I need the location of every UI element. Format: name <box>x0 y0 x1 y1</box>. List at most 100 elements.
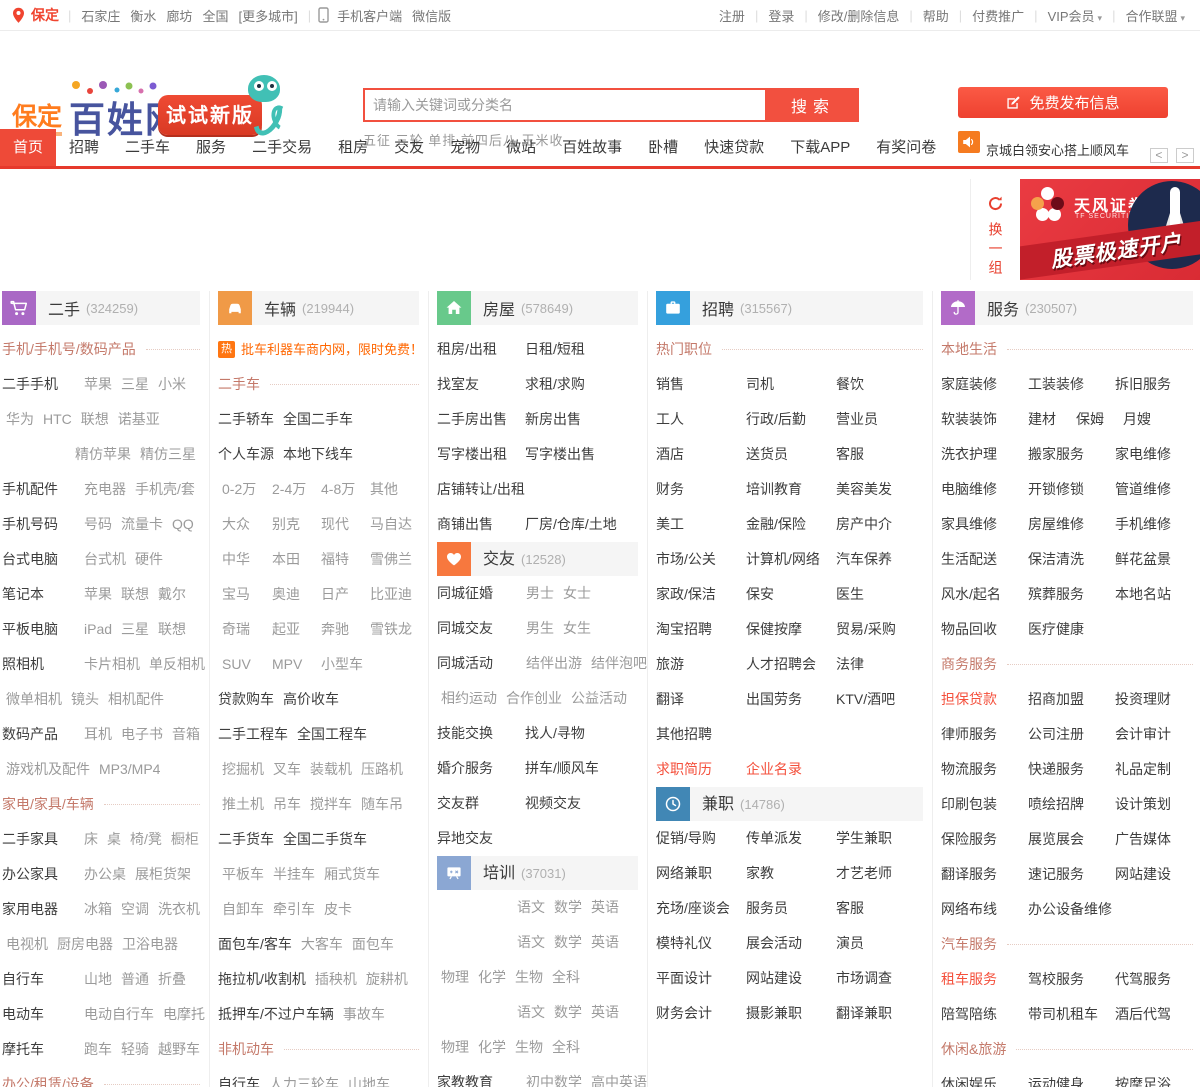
category-link[interactable]: 初中数学 <box>526 1065 582 1087</box>
category-link[interactable]: 女士 <box>563 576 591 611</box>
category-link[interactable]: 镜头 <box>71 682 99 717</box>
news-ticker-link[interactable]: 京城白领安心搭上顺风车 <box>986 140 1129 159</box>
category-link[interactable]: 家具维修 <box>941 507 1028 542</box>
category-link[interactable]: 家教 <box>746 856 836 891</box>
category-link[interactable]: 推土机 <box>222 787 264 822</box>
category-header-jobs[interactable]: 招聘 (315567) <box>656 291 923 325</box>
category-link[interactable]: 数学 <box>554 890 582 925</box>
search-button[interactable]: 搜索 <box>767 88 859 122</box>
category-link[interactable]: 充场/座谈会 <box>656 891 746 926</box>
category-link[interactable]: 华为 <box>6 402 34 437</box>
category-link[interactable]: 随车吊 <box>361 787 403 822</box>
category-label-link[interactable]: 同城活动 <box>437 646 517 681</box>
category-label-link[interactable]: 摩托车 <box>2 1032 75 1067</box>
category-link[interactable]: 洗衣机 <box>158 892 200 927</box>
category-link[interactable]: 传单派发 <box>746 821 836 856</box>
category-link[interactable]: 财务会计 <box>656 996 746 1031</box>
nav-item-招聘[interactable]: 招聘 <box>56 129 112 166</box>
category-link[interactable]: 挖掘机 <box>222 752 264 787</box>
category-link[interactable]: 美工 <box>656 507 746 542</box>
ticker-prev-button[interactable]: < <box>1149 148 1168 163</box>
nav-item-首页[interactable]: 首页 <box>0 129 57 166</box>
category-link[interactable]: 财务 <box>656 472 746 507</box>
category-link[interactable]: 本地下线车 <box>283 437 353 472</box>
category-link[interactable]: 模特礼仪 <box>656 926 746 961</box>
category-label-link[interactable]: 家教教育 <box>437 1065 517 1087</box>
category-link[interactable]: 办公设备维修 <box>1028 892 1115 927</box>
category-link[interactable]: 租房/出租 <box>437 332 525 367</box>
category-link[interactable]: 客服 <box>836 891 923 926</box>
category-link[interactable]: 网站建设 <box>1115 857 1193 892</box>
category-link[interactable]: 市场调查 <box>836 961 923 996</box>
category-link[interactable]: 本田 <box>272 542 321 577</box>
nav-item-快速贷款[interactable]: 快速贷款 <box>691 129 777 166</box>
category-link[interactable]: 展柜货架 <box>135 857 191 892</box>
category-link[interactable]: 风水/起名 <box>941 577 1028 612</box>
category-link[interactable]: 写字楼出租 <box>437 437 525 472</box>
topbar-link[interactable]: 注册 <box>719 6 745 25</box>
category-link[interactable]: 压路机 <box>361 752 403 787</box>
category-link[interactable]: 投资理财 <box>1115 682 1193 717</box>
category-link[interactable]: 奥迪 <box>272 577 321 612</box>
nav-item-下载APP[interactable]: 下载APP <box>777 129 863 166</box>
category-link[interactable]: 空调 <box>121 892 149 927</box>
category-link[interactable]: 生活配送 <box>941 542 1028 577</box>
category-link[interactable]: 4-8万 <box>321 472 370 507</box>
category-link[interactable]: 日产 <box>321 577 370 612</box>
category-link[interactable]: 自卸车 <box>222 892 264 927</box>
category-link[interactable]: 管道维修 <box>1115 472 1193 507</box>
ticker-next-button[interactable]: > <box>1176 148 1194 163</box>
topbar-link[interactable]: 付费推广 <box>972 6 1024 25</box>
category-label-link[interactable]: 家用电器 <box>2 892 75 927</box>
category-link[interactable]: 翻译服务 <box>941 857 1028 892</box>
category-link[interactable]: 房屋维修 <box>1028 507 1115 542</box>
nav-item-有奖问卷[interactable]: 有奖问卷 <box>863 129 949 166</box>
category-link[interactable]: 按摩足浴 <box>1115 1067 1193 1087</box>
category-label-link[interactable]: 手机号码 <box>2 507 75 542</box>
category-link[interactable]: 吊车 <box>273 787 301 822</box>
topbar-link[interactable]: VIP会员 ▾ <box>1048 6 1103 25</box>
category-link[interactable]: 技能交换 <box>437 716 525 751</box>
category-link[interactable]: 个人车源 <box>218 437 274 472</box>
category-header-vehicles[interactable]: 车辆 (219944) <box>218 291 419 325</box>
category-link[interactable]: 电脑维修 <box>941 472 1028 507</box>
category-link[interactable]: 数学 <box>554 995 582 1030</box>
category-link[interactable]: 全科 <box>552 960 580 995</box>
category-link[interactable]: 数学 <box>554 925 582 960</box>
subcategory-header-parttime[interactable]: 兼职 (14786) <box>656 787 923 821</box>
category-link[interactable]: 拼车/顺风车 <box>525 751 638 786</box>
category-link[interactable]: 美容美发 <box>836 472 923 507</box>
category-label-link[interactable]: 同城交友 <box>437 611 517 646</box>
city-link[interactable]: 廊坊 <box>166 9 192 24</box>
category-link[interactable]: 公益活动 <box>571 681 627 716</box>
category-link[interactable]: 三星 <box>121 367 149 402</box>
category-link[interactable]: 休闲娱乐 <box>941 1067 1028 1087</box>
city-link[interactable]: 全国 <box>202 9 228 24</box>
category-link[interactable]: 医疗健康 <box>1028 612 1115 647</box>
category-link[interactable]: 洗衣护理 <box>941 437 1028 472</box>
category-link[interactable]: 单反相机 <box>149 647 205 682</box>
category-link[interactable]: 语文 <box>517 925 545 960</box>
category-link[interactable]: 二手货车 <box>218 822 274 857</box>
category-link[interactable]: 律师服务 <box>941 717 1028 752</box>
category-link[interactable]: 广告媒体 <box>1115 822 1193 857</box>
category-link[interactable]: 生物 <box>515 960 543 995</box>
category-link[interactable]: 全科 <box>552 1030 580 1065</box>
category-link[interactable]: 汽车保养 <box>836 542 923 577</box>
category-link[interactable]: 招商加盟 <box>1028 682 1115 717</box>
category-link[interactable]: 装载机 <box>310 752 352 787</box>
category-link[interactable]: 婚介服务 <box>437 751 525 786</box>
category-link[interactable]: 酒后代驾 <box>1115 997 1193 1032</box>
subcategory-header-dating[interactable]: 交友 (12528) <box>437 542 638 576</box>
topbar-link[interactable]: 修改/删除信息 <box>818 6 900 25</box>
category-label-link[interactable]: 数码产品 <box>2 717 75 752</box>
category-link[interactable]: 司机 <box>746 367 836 402</box>
category-label-link[interactable]: 台式电脑 <box>2 542 75 577</box>
category-link[interactable]: 网络布线 <box>941 892 1028 927</box>
category-link[interactable]: 代驾服务 <box>1115 962 1193 997</box>
category-link[interactable]: 其他招聘 <box>656 717 746 752</box>
category-link[interactable]: MPV <box>272 647 321 682</box>
category-link[interactable]: 办公桌 <box>84 857 126 892</box>
category-link[interactable]: 生物 <box>515 1030 543 1065</box>
category-link[interactable]: 培训教育 <box>746 472 836 507</box>
